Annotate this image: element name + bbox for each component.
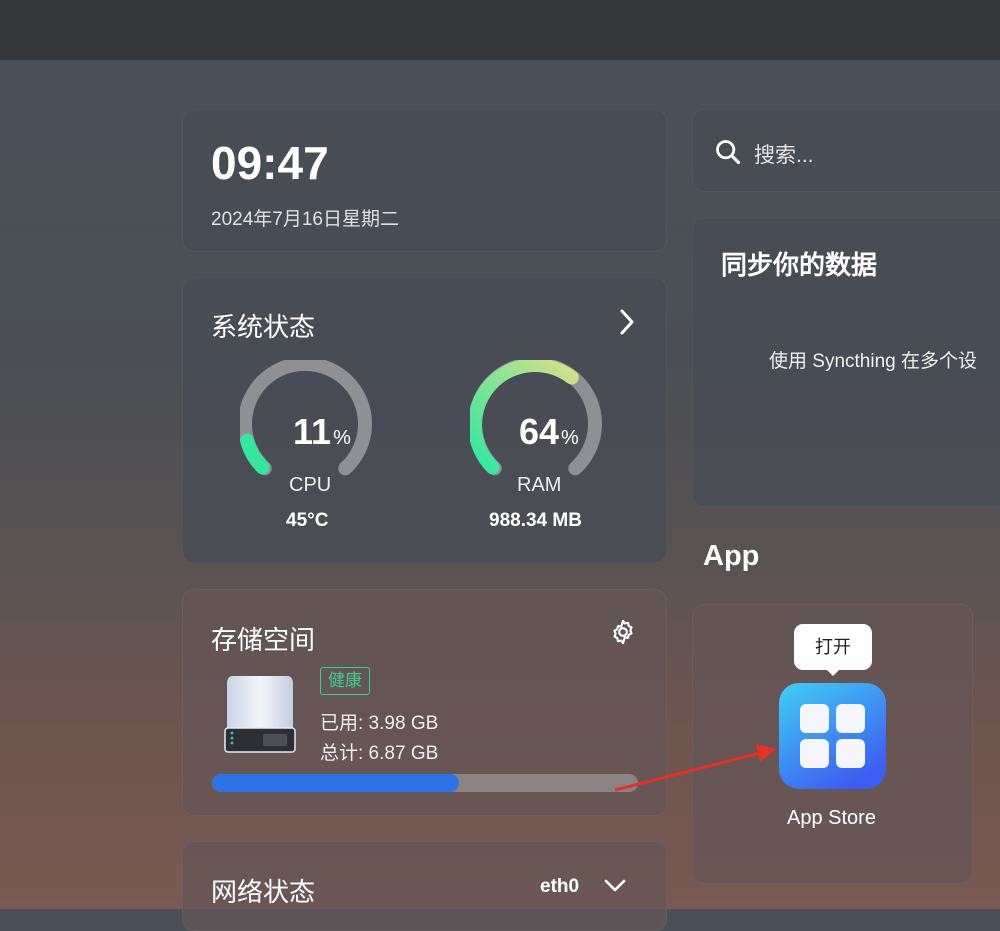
search-icon	[716, 140, 741, 165]
storage-title: 存储空间	[211, 625, 316, 655]
syncthing-description: 使用 Syncthing 在多个设	[769, 351, 977, 372]
ram-percent: 64%	[519, 411, 579, 453]
network-title: 网络状态	[211, 877, 316, 907]
gear-icon[interactable]	[609, 618, 637, 646]
annotation-arrow	[614, 744, 776, 792]
app-open-tooltip: 打开	[794, 624, 872, 676]
clock-card: 09:47 2024年7月16日星期二	[182, 109, 667, 252]
top-bar	[0, 0, 1000, 60]
storage-usage-fill	[212, 774, 460, 792]
app-store-label: App Store	[787, 807, 876, 829]
status-badge: 健康	[320, 667, 370, 695]
syncthing-card[interactable]: 同步你的数据 使用 Syncthing 在多个设	[692, 217, 1000, 507]
storage-used: 已用: 3.98 GB	[320, 713, 439, 734]
system-status-card: 系统状态 11% CPU 45°C 64% RAM 988.34 MB	[182, 277, 667, 563]
chevron-down-icon[interactable]	[603, 876, 627, 896]
app-store-icon[interactable]	[779, 683, 886, 789]
search-box[interactable]: 搜索...	[692, 109, 1000, 192]
network-interface[interactable]: eth0	[540, 876, 579, 898]
ram-unit: %	[561, 427, 579, 449]
clock-time: 09:47	[211, 137, 329, 189]
ram-usage: 988.34 MB	[489, 510, 582, 531]
storage-total: 总计: 6.87 GB	[320, 743, 439, 764]
cpu-percent: 11%	[293, 411, 351, 453]
storage-usage-bar	[212, 774, 638, 792]
syncthing-title: 同步你的数据	[721, 250, 878, 280]
search-placeholder: 搜索...	[754, 144, 814, 167]
cpu-temperature: 45°C	[286, 510, 329, 531]
system-status-title: 系统状态	[211, 312, 316, 342]
cpu-label: CPU	[289, 474, 332, 496]
storage-card: 存储空间 健康 已用: 3.98 GB 总计: 6.87 GB	[182, 589, 667, 816]
ram-label: RAM	[517, 474, 562, 496]
drive-icon	[224, 676, 296, 753]
chevron-right-icon[interactable]	[616, 308, 638, 336]
ram-value: 64	[519, 411, 560, 452]
clock-date: 2024年7月16日星期二	[211, 209, 399, 230]
cpu-gauge-fill	[240, 433, 270, 475]
cpu-unit: %	[333, 427, 351, 449]
cpu-value: 11	[293, 411, 332, 452]
network-card: 网络状态 eth0	[182, 841, 667, 931]
apps-heading: App	[703, 540, 760, 572]
